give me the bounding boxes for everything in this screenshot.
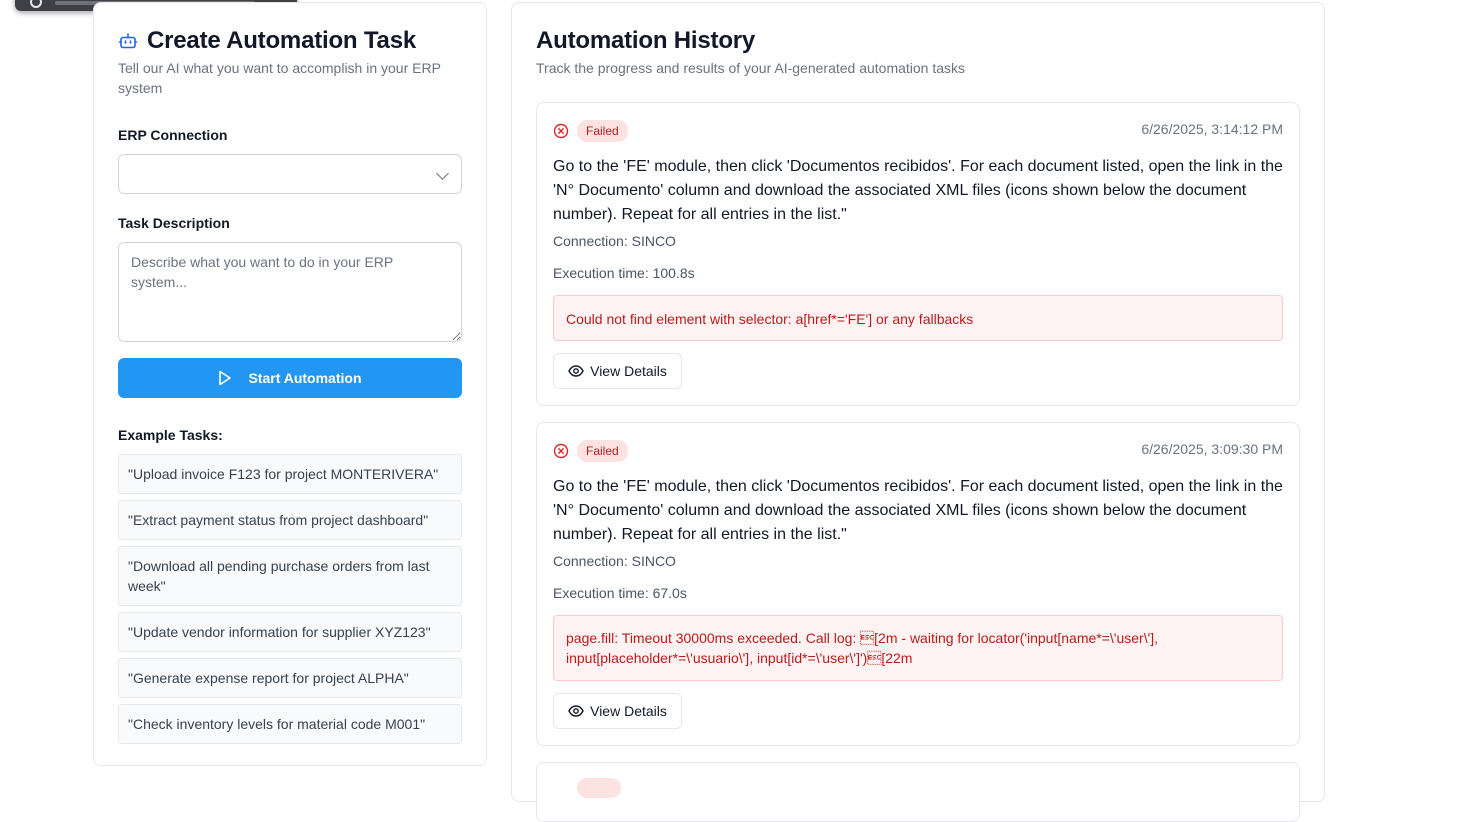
create-task-panel: Create Automation Task Tell our AI what … [93, 2, 487, 766]
play-icon [218, 370, 232, 386]
task-card: Failed 6/26/2025, 3:09:30 PM Go to the '… [536, 422, 1300, 746]
create-title-row: Create Automation Task [118, 27, 416, 55]
status-badge: Failed [577, 440, 628, 462]
example-tasks-label: Example Tasks: [118, 427, 223, 443]
view-details-label: View Details [590, 363, 667, 379]
task-description: Go to the 'FE' module, then click 'Docum… [553, 478, 1283, 543]
task-execution-time: Execution time: 67.0s [553, 585, 687, 601]
erp-connection-select[interactable] [118, 154, 462, 194]
eye-icon [568, 363, 584, 379]
task-description-input[interactable] [118, 242, 462, 342]
bot-icon [118, 31, 138, 51]
example-task[interactable]: "Download all pending purchase orders fr… [118, 546, 462, 606]
task-error-message: page.fill: Timeout 30000ms exceeded. Cal… [553, 615, 1283, 681]
status-row: Failed [553, 120, 628, 142]
example-task[interactable]: "Check inventory levels for material cod… [118, 704, 462, 744]
start-automation-button[interactable]: Start Automation [118, 358, 462, 398]
status-badge [577, 778, 621, 798]
status-row: Failed [553, 440, 628, 462]
status-badge: Failed [577, 120, 628, 142]
task-error-message: Could not find element with selector: a[… [553, 295, 1283, 341]
view-details-button[interactable]: View Details [553, 693, 682, 729]
chevron-down-icon [436, 167, 449, 180]
task-connection: Connection: SINCO [553, 233, 676, 249]
task-timestamp: 6/26/2025, 3:09:30 PM [1141, 441, 1283, 457]
example-task[interactable]: "Upload invoice F123 for project MONTERI… [118, 454, 462, 494]
x-circle-icon [553, 123, 569, 139]
example-task[interactable]: "Update vendor information for supplier … [118, 612, 462, 652]
x-circle-icon [553, 443, 569, 459]
task-timestamp: 6/26/2025, 3:14:12 PM [1141, 121, 1283, 137]
example-task[interactable]: "Extract payment status from project das… [118, 500, 462, 540]
eye-icon [568, 703, 584, 719]
view-details-label: View Details [590, 703, 667, 719]
task-description-label: Task Description [118, 215, 230, 231]
task-card: Failed 6/26/2025, 3:14:12 PM Go to the '… [536, 102, 1300, 406]
create-subtitle: Tell our AI what you want to accomplish … [118, 60, 441, 96]
automation-history-panel: Automation History Track the progress an… [511, 2, 1325, 822]
task-description: Go to the 'FE' module, then click 'Docum… [553, 158, 1283, 223]
task-execution-time: Execution time: 100.8s [553, 265, 695, 281]
history-title: Automation History [536, 27, 756, 54]
erp-connection-label: ERP Connection [118, 127, 228, 143]
start-automation-label: Start Automation [248, 370, 362, 386]
view-details-button[interactable]: View Details [553, 353, 682, 389]
history-subtitle: Track the progress and results of your A… [536, 60, 966, 76]
task-card [536, 762, 1300, 822]
task-connection: Connection: SINCO [553, 553, 676, 569]
info-icon [30, 0, 42, 8]
example-task[interactable]: "Generate expense report for project ALP… [118, 658, 462, 698]
page-title: Create Automation Task [147, 27, 416, 54]
